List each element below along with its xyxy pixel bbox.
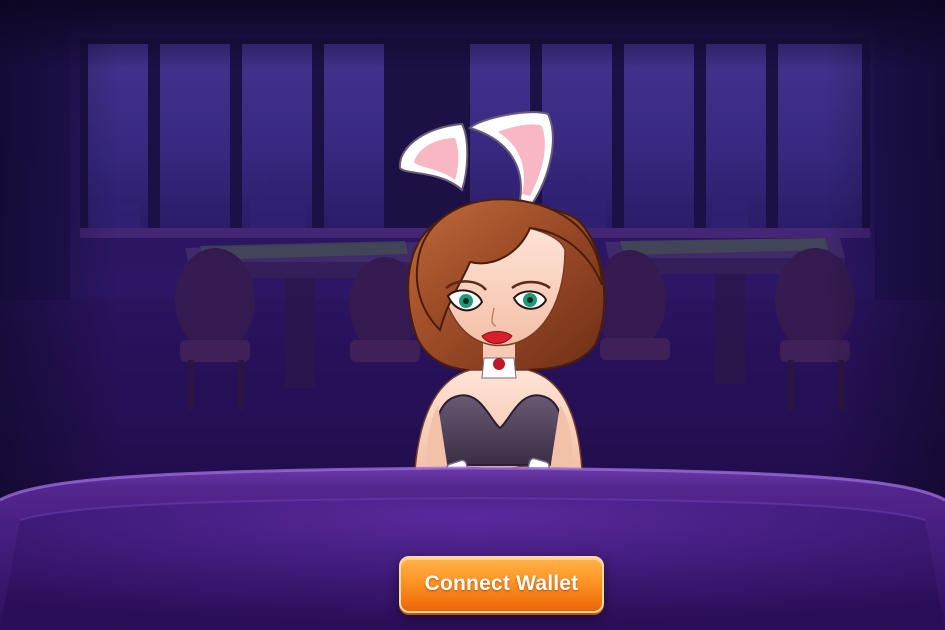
casino-room-background (0, 0, 945, 630)
game-screen: Connect Wallet (0, 0, 945, 630)
connect-wallet-button[interactable]: Connect Wallet (399, 556, 604, 613)
